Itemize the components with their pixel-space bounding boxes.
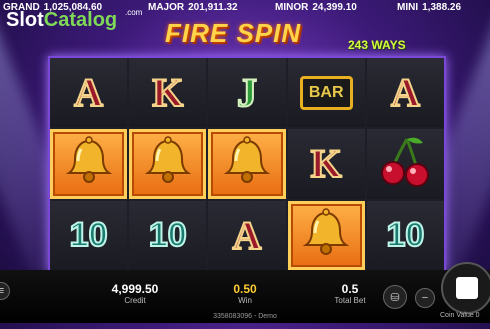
symbol-a: A [232, 212, 263, 259]
ways-label: 243 WAYS [348, 38, 406, 52]
bell-icon [140, 133, 196, 194]
symbol-bar: BAR [299, 75, 353, 110]
reel-cell: A [50, 58, 128, 128]
symbol-a: A [73, 69, 104, 116]
bell-icon [298, 205, 354, 266]
jackpot-minor-label: MINOR [275, 2, 309, 13]
jackpot-minor-value: 24,399.10 [312, 2, 357, 13]
reel-cell: 10 [366, 200, 444, 270]
symbol-j: J [236, 69, 258, 116]
reel-cell: 10 [129, 200, 207, 270]
coins-icon[interactable]: ⛁ [383, 285, 407, 309]
reel-cell: J [208, 58, 286, 128]
win-label: Win [238, 296, 252, 305]
credit-value: 4,999.50 [111, 282, 159, 296]
reel-cell: 10 [50, 200, 128, 270]
credit-display: 4,999.50 Credit [100, 282, 170, 305]
jackpot-major-value: 201,911.32 [188, 2, 238, 13]
jackpot-minor: MINOR 24,399.10 [275, 2, 357, 13]
game-logo: FIRE SPIN [165, 18, 345, 54]
reel-cell [366, 129, 444, 199]
jackpot-mini: MINI 1,388.26 [397, 2, 461, 13]
jackpot-mini-value: 1,388.26 [422, 2, 462, 13]
credit-label: Credit [124, 296, 146, 305]
symbol-10: 10 [148, 215, 188, 255]
game-title: FIRE SPIN [165, 18, 302, 48]
total-bet-label: Total Bet [334, 296, 366, 305]
reel-grid: A K J BAR A K 10 10 A 10 [48, 56, 446, 272]
round-id: 3358083096 - Demo [213, 313, 277, 320]
reel-cell: K [287, 129, 365, 199]
reel-cell [129, 129, 207, 199]
win-display: 0.50 Win [215, 282, 275, 305]
win-value: 0.50 [233, 282, 257, 296]
slotcatalog-watermark: SlotCatalog .com [6, 8, 142, 32]
symbol-k: K [151, 69, 184, 116]
total-bet-display: 0.5 Total Bet [320, 282, 380, 305]
reel-cell: A [208, 200, 286, 270]
cherry-icon [375, 131, 435, 196]
reel-cell [287, 200, 365, 270]
stop-icon [456, 277, 478, 299]
minus-bet-button[interactable]: − [415, 288, 435, 308]
total-bet-value: 0.5 [341, 282, 359, 296]
jackpot-major-label: MAJOR [148, 2, 185, 13]
spin-button[interactable] [441, 262, 490, 314]
bell-icon [219, 133, 275, 194]
coin-value-label: Coin Value 0 [440, 312, 480, 319]
symbol-k: K [310, 140, 343, 187]
reel-cell: K [129, 58, 207, 128]
reel-cell [208, 129, 286, 199]
jackpot-mini-label: MINI [397, 2, 419, 13]
jackpot-major: MAJOR 201,911.32 [148, 2, 238, 13]
reel-cell [50, 129, 128, 199]
reel-cell: BAR [287, 58, 365, 128]
watermark-slot-text: Slot [6, 9, 44, 31]
bell-icon [61, 133, 117, 194]
watermark-catalog-text: Catalog [43, 9, 118, 31]
reel-cell: A [366, 58, 444, 128]
watermark-com-text: .com [125, 8, 143, 17]
symbol-a: A [390, 69, 421, 116]
symbol-10: 10 [69, 215, 109, 255]
symbol-10: 10 [385, 215, 425, 255]
